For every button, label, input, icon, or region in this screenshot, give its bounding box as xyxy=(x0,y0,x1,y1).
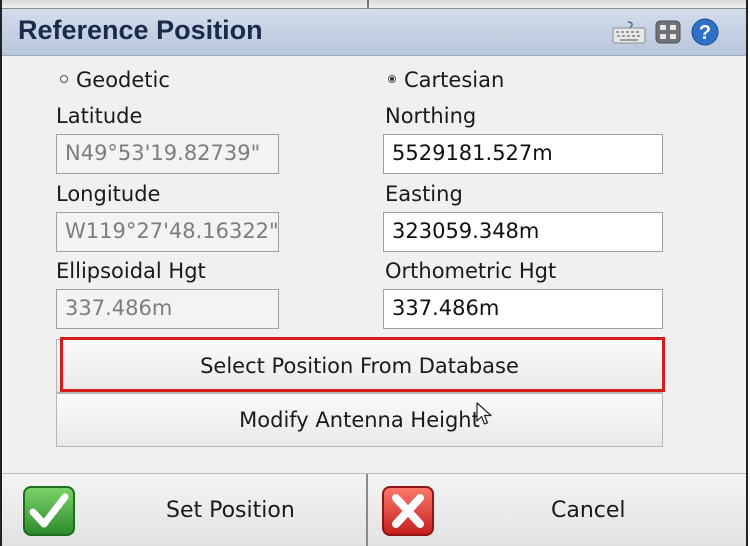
radio-geodetic-label: Geodetic xyxy=(76,68,170,92)
longitude-label: Longitude xyxy=(56,182,161,206)
bottom-action-bar: Set Position Cancel xyxy=(2,473,746,546)
orthometric-hgt-field[interactable]: 337.486m xyxy=(383,289,663,329)
grid-icon[interactable] xyxy=(655,20,681,44)
radio-cartesian-indicator xyxy=(388,75,396,83)
easting-field[interactable]: 323059.348m xyxy=(383,212,663,252)
northing-label: Northing xyxy=(385,104,477,128)
set-position-button[interactable]: Set Position xyxy=(2,474,368,546)
radio-geodetic[interactable]: Geodetic xyxy=(60,68,170,92)
easting-label: Easting xyxy=(385,182,463,206)
title-bar: Reference Position ? xyxy=(2,9,746,56)
radio-cartesian[interactable]: Cartesian xyxy=(388,68,504,92)
radio-cartesian-label: Cartesian xyxy=(404,68,505,92)
radio-geodetic-indicator xyxy=(60,75,68,83)
cancel-x-icon xyxy=(382,486,434,536)
top-strip-divider xyxy=(367,0,369,9)
set-position-label: Set Position xyxy=(166,498,295,523)
top-button-strip xyxy=(2,0,746,9)
cancel-label: Cancel xyxy=(551,498,626,523)
longitude-field: W119°27'48.16322" xyxy=(56,212,279,252)
ellipsoidal-hgt-field: 337.486m xyxy=(56,289,279,329)
mouse-cursor-icon xyxy=(476,402,492,425)
modify-antenna-height-button[interactable]: Modify Antenna Height xyxy=(56,393,663,447)
help-icon[interactable]: ? xyxy=(691,18,719,46)
checkmark-icon xyxy=(23,486,75,536)
page-title: Reference Position xyxy=(18,15,263,45)
select-position-from-database-button[interactable]: Select Position From Database xyxy=(56,339,663,393)
latitude-label: Latitude xyxy=(56,104,143,128)
keyboard-icon[interactable] xyxy=(612,20,646,44)
cancel-button[interactable]: Cancel xyxy=(370,474,746,546)
svg-text:?: ? xyxy=(699,22,711,44)
northing-field[interactable]: 5529181.527m xyxy=(383,134,663,174)
reference-position-window: Reference Position ? Geodetic Cartesian … xyxy=(0,0,748,546)
orthometric-hgt-label: Orthometric Hgt xyxy=(385,259,557,283)
latitude-field: N49°53'19.82739" xyxy=(56,134,279,174)
ellipsoidal-hgt-label: Ellipsoidal Hgt xyxy=(56,259,206,283)
